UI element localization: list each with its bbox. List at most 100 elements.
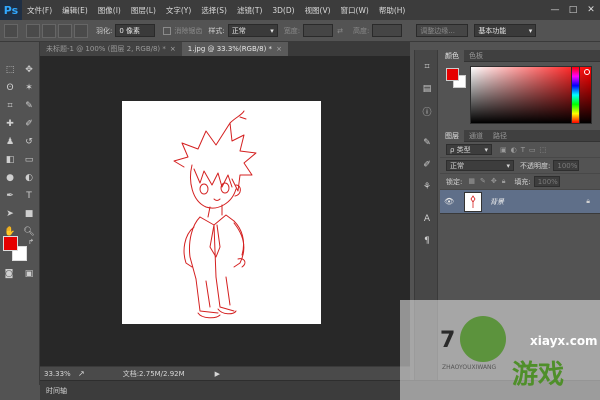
hue-slider[interactable] <box>571 66 580 124</box>
blend-mode-select[interactable]: 正常 ▾ <box>446 160 514 171</box>
swap-icon[interactable]: ⇄ <box>337 27 343 35</box>
path-selection-icon[interactable]: ➤ <box>3 208 17 220</box>
paragraph-panel-icon[interactable]: ¶ <box>418 234 436 248</box>
color-panel: 颜色 色板 <box>440 50 600 128</box>
clone-source-icon[interactable]: ⚘ <box>418 180 436 194</box>
layer-thumbnail <box>464 191 482 212</box>
history-brush-icon[interactable]: ↺ <box>22 136 36 148</box>
width-input[interactable] <box>303 24 334 37</box>
document-size: 文档:2.75M/2.92M <box>122 369 185 378</box>
document-tab-untitled[interactable]: 未标题-1 @ 100% (图层 2, RGB/8) * × <box>40 42 182 56</box>
close-icon[interactable]: × <box>276 45 282 53</box>
feather-input[interactable]: 0 像素 <box>115 24 156 37</box>
chevron-down-icon: ▾ <box>484 145 488 154</box>
marquee-tool-icon[interactable]: ⬚ <box>3 64 17 76</box>
menu-window[interactable]: 窗口(W) <box>336 5 374 16</box>
magic-wand-icon[interactable]: ✶ <box>22 82 36 94</box>
foreground-color-swatch[interactable] <box>446 68 459 81</box>
intersect-selection-icon[interactable] <box>74 23 88 38</box>
watermark-domain: xiayx.com <box>530 334 598 348</box>
subtract-selection-icon[interactable] <box>58 23 72 38</box>
document-canvas[interactable] <box>122 101 321 324</box>
close-window-button[interactable]: ✕ <box>582 0 600 20</box>
history-panel-icon[interactable]: ⌗ <box>418 60 436 74</box>
menu-file[interactable]: 文件(F) <box>22 5 57 16</box>
move-tool-icon[interactable]: ✥ <box>22 64 36 76</box>
style-select[interactable]: 正常 ▾ <box>227 24 278 37</box>
layer-thumbnail-sketch <box>470 194 476 208</box>
layer-filter-select[interactable]: ρ 类型 ▾ <box>446 144 492 155</box>
layer-name[interactable]: 背景 <box>490 197 504 207</box>
crop-tool-icon[interactable]: ⌗ <box>3 100 17 112</box>
brush-panel-icon[interactable]: ✎ <box>418 136 436 150</box>
lasso-tool-icon[interactable]: ʘ <box>3 82 17 94</box>
filter-type-icons[interactable]: ▣◐T▭⬚ <box>500 146 550 154</box>
close-icon[interactable]: × <box>170 45 176 53</box>
lock-options-icons[interactable]: ▦✎✥🔒︎ <box>468 177 510 186</box>
menu-help[interactable]: 帮助(H) <box>374 5 411 16</box>
refine-edge-button[interactable]: 调整边缘... <box>416 24 469 37</box>
document-tab-label: 1.jpg @ 33.3%(RGB/8) * <box>187 45 273 53</box>
brush-tool-icon[interactable]: ✐ <box>22 118 36 130</box>
status-menu-arrow-icon[interactable]: ▶ <box>215 370 220 378</box>
opacity-label: 不透明度: <box>520 161 551 170</box>
opacity-input[interactable]: 100% <box>553 160 580 171</box>
clone-stamp-icon[interactable]: ♟ <box>3 136 17 148</box>
shape-tool-icon[interactable]: ■ <box>22 208 36 220</box>
eyedropper-icon[interactable]: ✎ <box>22 100 36 112</box>
height-label: 高度: <box>352 26 370 35</box>
tab-channels[interactable]: 通道 <box>464 130 488 142</box>
chevron-down-icon: ▾ <box>270 26 274 35</box>
menu-layer[interactable]: 图层(L) <box>126 5 161 16</box>
menu-edit[interactable]: 编辑(E) <box>57 5 93 16</box>
new-selection-icon[interactable] <box>26 23 40 38</box>
minimize-button[interactable]: — <box>546 0 564 20</box>
tab-swatches[interactable]: 色板 <box>464 50 488 62</box>
canvas-area[interactable] <box>40 56 410 366</box>
blur-tool-icon[interactable]: ● <box>3 172 17 184</box>
timeline-tab[interactable]: 时间轴 <box>46 386 67 396</box>
foreground-color-swatch[interactable] <box>3 236 18 251</box>
dodge-tool-icon[interactable]: ◐ <box>22 172 36 184</box>
swap-colors-icon[interactable]: ↱ <box>24 236 38 248</box>
zoom-level[interactable]: 33.33% <box>44 370 74 378</box>
height-input[interactable] <box>372 24 403 37</box>
add-selection-icon[interactable] <box>42 23 56 38</box>
maximize-button[interactable]: □ <box>564 0 582 20</box>
pen-tool-icon[interactable]: ✒ <box>3 190 17 202</box>
fill-input[interactable]: 100% <box>533 176 560 187</box>
menu-view[interactable]: 视图(V) <box>300 5 336 16</box>
menu-select[interactable]: 选择(S) <box>196 5 232 16</box>
marquee-tool-preset-icon[interactable] <box>4 23 18 38</box>
brush-presets-icon[interactable]: ✐ <box>418 158 436 172</box>
type-tool-icon[interactable]: T <box>22 190 36 202</box>
antialias-checkbox[interactable] <box>163 26 172 35</box>
width-label: 宽度: <box>283 26 301 35</box>
character-panel-icon[interactable]: A <box>418 212 436 226</box>
lock-icon: 🔒︎ <box>586 197 590 205</box>
tab-paths[interactable]: 路径 <box>488 130 512 142</box>
gradient-tool-icon[interactable]: ▭ <box>22 154 36 166</box>
properties-panel-icon[interactable]: ▤ <box>418 82 436 96</box>
menu-filter[interactable]: 滤镜(T) <box>232 5 267 16</box>
export-icon[interactable]: ↗ <box>78 369 85 378</box>
healing-brush-icon[interactable]: ✚ <box>3 118 17 130</box>
menu-type[interactable]: 文字(Y) <box>161 5 196 16</box>
eye-icon[interactable]: 👁︎ <box>444 197 458 206</box>
tab-color[interactable]: 颜色 <box>440 50 464 62</box>
workspace-select[interactable]: 基本功能 ▾ <box>474 24 537 37</box>
menu-image[interactable]: 图像(I) <box>93 5 126 16</box>
layer-row-background[interactable]: 👁︎ 背景 🔒︎ <box>440 190 600 214</box>
layers-panel-tabs: 图层 通道 路径 <box>440 130 600 142</box>
eraser-icon[interactable]: ◧ <box>3 154 17 166</box>
quick-mask-icon[interactable]: ◙ <box>2 268 16 280</box>
tools-panel: ⬚ ✥ ʘ ✶ ⌗ ✎ ✚ ✐ ♟ ↺ ◧ ▭ ● ◐ ✒ T ➤ ■ ✋ 🔍︎… <box>0 42 40 385</box>
watermark-logo-icon <box>460 316 506 362</box>
menu-3d[interactable]: 3D(D) <box>267 6 299 15</box>
photoshop-logo: Ps <box>0 0 22 20</box>
info-panel-icon[interactable]: ⓘ <box>418 104 436 118</box>
tab-layers[interactable]: 图层 <box>440 130 464 142</box>
feather-label: 羽化: <box>96 26 113 35</box>
document-tab-1jpg[interactable]: 1.jpg @ 33.3%(RGB/8) * × <box>181 42 288 56</box>
screen-mode-icon[interactable]: ▣ <box>22 268 36 280</box>
